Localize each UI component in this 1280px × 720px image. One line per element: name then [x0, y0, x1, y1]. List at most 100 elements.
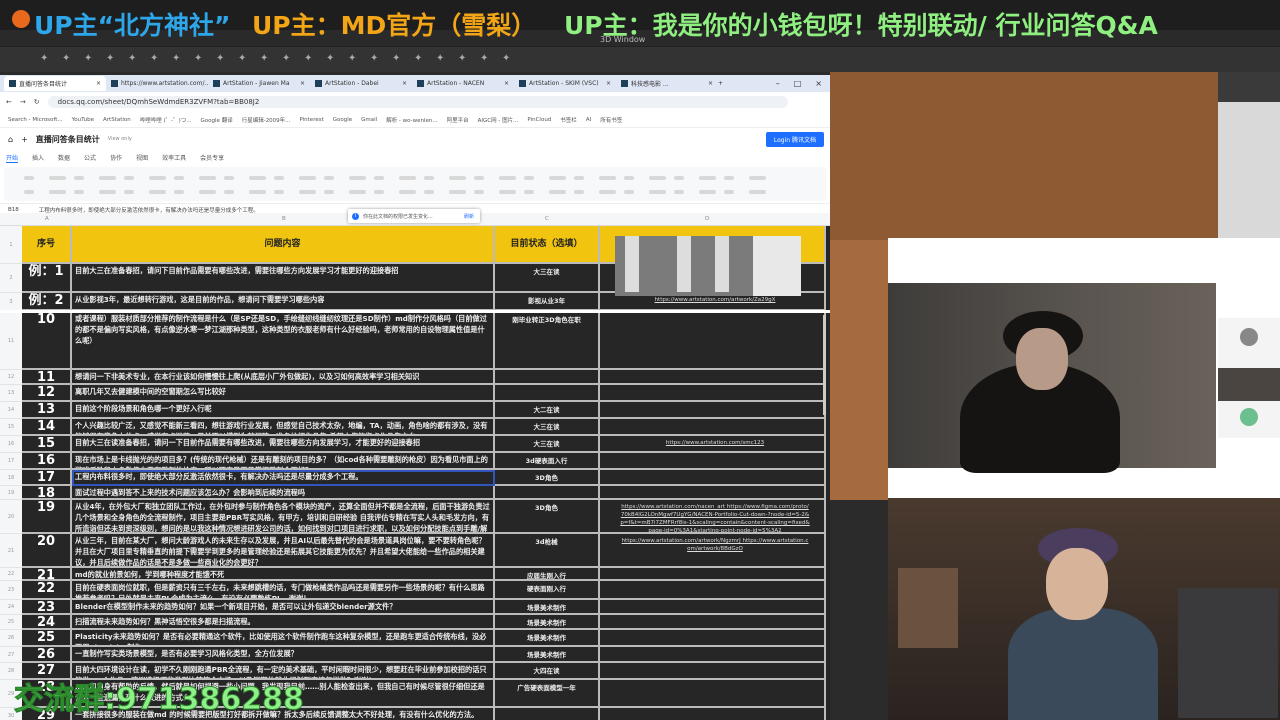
- cell-status[interactable]: 大三在读: [495, 436, 600, 453]
- cell-link[interactable]: [600, 663, 826, 680]
- toolbar-button[interactable]: [324, 190, 334, 194]
- artwork-thumbnail[interactable]: [615, 236, 801, 296]
- bookmark[interactable]: 书签栏: [560, 116, 577, 124]
- md-tool-icon[interactable]: ✦: [194, 53, 208, 65]
- cell-number[interactable]: 13: [22, 402, 72, 419]
- cell-number[interactable]: 18: [22, 486, 72, 500]
- toolbar-button[interactable]: [49, 176, 66, 180]
- row-number[interactable]: 17: [0, 453, 22, 470]
- cell-status[interactable]: 场景美术制作: [495, 647, 600, 663]
- cell-question[interactable]: 个人兴趣比较广泛，又感觉不能新三看四，想往游戏行业发展，但感觉自己技术太杂，地编…: [72, 419, 495, 436]
- row-number[interactable]: 18: [0, 470, 22, 486]
- cell-question[interactable]: 从业影视3年，最近想转行游戏，这是目前的作品，想请问下需要学习哪些内容: [72, 293, 495, 311]
- cell-question[interactable]: 从业三年，目前在某大厂，想问大龄游戏人的未来生存以及发展，并且AI以后最先替代的…: [72, 534, 495, 568]
- cell-question[interactable]: 扫描流程未来趋势如何？黑神话悟空很多都是扫描流程。: [72, 615, 495, 630]
- cell-question[interactable]: 从业4年，在外包大厂和独立团队工作过，在外包时参与制作角色各个模块的资产，还算全…: [72, 500, 495, 534]
- toolbar-button[interactable]: [624, 190, 634, 194]
- toolbar-button[interactable]: [274, 176, 284, 180]
- bookmark[interactable]: Pinterest: [299, 117, 323, 123]
- cell-status[interactable]: 目前状态（选填）: [495, 226, 600, 264]
- cell-status[interactable]: 应届生刚入行: [495, 568, 600, 581]
- browser-tab[interactable]: ArtStation - SKIM (VSC) ×: [514, 76, 616, 91]
- cell-status[interactable]: [495, 486, 600, 500]
- maximize-icon[interactable]: □: [794, 79, 802, 88]
- row-number[interactable]: 1: [0, 226, 22, 264]
- reload-icon[interactable]: ↻: [34, 98, 40, 106]
- add-icon[interactable]: +: [21, 135, 28, 144]
- toolbar-button[interactable]: [299, 190, 316, 194]
- browser-tab[interactable]: ArtStation - Dabei ×: [310, 76, 412, 91]
- browser-tab[interactable]: https://www.artstation.com/...×: [106, 76, 208, 91]
- toolbar-button[interactable]: [24, 176, 34, 180]
- cell-link[interactable]: [600, 615, 826, 630]
- row-number[interactable]: 19: [0, 486, 22, 500]
- cell-status[interactable]: [495, 370, 600, 385]
- md-tool-icon[interactable]: ✦: [216, 53, 230, 65]
- toolbar-button[interactable]: [249, 176, 266, 180]
- browser-tab[interactable]: 科技感电影 ... ×: [616, 76, 718, 91]
- close-tab-icon[interactable]: ×: [606, 80, 611, 87]
- md-tool-icon[interactable]: ✦: [150, 53, 164, 65]
- spreadsheet-grid[interactable]: 1序号问题内容目前状态（选填）A站/作品链接（选填）2例：1目前大三在准备春招，…: [0, 226, 830, 720]
- back-icon[interactable]: ←: [6, 98, 12, 106]
- cell-number[interactable]: 序号: [22, 226, 72, 264]
- bookmark[interactable]: 行星编辑-2009年...: [242, 116, 291, 124]
- cell-number[interactable]: 11: [22, 370, 72, 385]
- md-tool-icon[interactable]: ✦: [304, 53, 318, 65]
- toolbar-button[interactable]: [399, 176, 416, 180]
- home-icon[interactable]: ⌂: [8, 135, 13, 144]
- participant-video[interactable]: [1218, 368, 1280, 401]
- cell-number[interactable]: 17: [22, 470, 72, 486]
- toolbar-button[interactable]: [274, 190, 284, 194]
- cell-number[interactable]: 19: [22, 500, 72, 534]
- column-a[interactable]: A: [45, 216, 49, 222]
- md-tool-icon[interactable]: ✦: [84, 53, 98, 65]
- md-tool-icon[interactable]: ✦: [502, 53, 516, 65]
- cell-link[interactable]: [600, 402, 826, 419]
- bookmark[interactable]: ArtStation: [103, 117, 131, 123]
- toolbar-button[interactable]: [674, 176, 684, 180]
- cell-question[interactable]: 面试过程中遇到答不上来的技术问题应该怎么办？会影响到后续的流程吗: [72, 486, 495, 500]
- toolbar-button[interactable]: [674, 190, 684, 194]
- md-tool-icon[interactable]: ✦: [414, 53, 428, 65]
- toolbar-button[interactable]: [99, 190, 116, 194]
- cell-status[interactable]: 场景美术制作: [495, 600, 600, 615]
- md-tool-icon[interactable]: ✦: [172, 53, 186, 65]
- cell-status[interactable]: 大三在读: [495, 264, 600, 293]
- md-tool-icon[interactable]: ✦: [436, 53, 450, 65]
- column-c[interactable]: C: [545, 216, 549, 222]
- md-tool-icon[interactable]: ✦: [128, 53, 142, 65]
- bookmark[interactable]: AI: [586, 117, 591, 123]
- toolbar-button[interactable]: [299, 176, 316, 180]
- toolbar-button[interactable]: [249, 190, 266, 194]
- cell-link[interactable]: [600, 486, 826, 500]
- toolbar-button[interactable]: [524, 190, 534, 194]
- cell-status[interactable]: 大三在读: [495, 419, 600, 436]
- toolbar-button[interactable]: [124, 176, 134, 180]
- cell-question[interactable]: 目前大三在读准备春招，请问一下目前作品需要有哪些改进，需要往哪些方向发展学习，才…: [72, 436, 495, 453]
- participant-avatar[interactable]: [1240, 328, 1258, 346]
- cell-question[interactable]: 想请问一下非美术专业，在本行业该如何慢慢往上爬(从底层小厂外包做起)，以及习如何…: [72, 370, 495, 385]
- vertical-scrollbar[interactable]: [823, 315, 826, 415]
- toolbar-button[interactable]: [374, 176, 384, 180]
- bookmark[interactable]: Google 翻译: [201, 116, 233, 124]
- cell-link[interactable]: [600, 647, 826, 663]
- cell-number[interactable]: 22: [22, 581, 72, 600]
- row-number[interactable]: 27: [0, 647, 22, 663]
- browser-tab[interactable]: ArtStation - Jiawen Ma ×: [208, 76, 310, 91]
- toolbar-button[interactable]: [199, 176, 216, 180]
- toolbar-button[interactable]: [499, 176, 516, 180]
- new-tab-button[interactable]: +: [718, 80, 723, 87]
- toolbar-button[interactable]: [99, 176, 116, 180]
- cell-status[interactable]: 场景美术制作: [495, 615, 600, 630]
- md-tool-icon[interactable]: ✦: [326, 53, 340, 65]
- cell-status[interactable]: 3D角色: [495, 470, 600, 486]
- close-tab-icon[interactable]: ×: [708, 80, 713, 87]
- cell-link[interactable]: [600, 630, 826, 647]
- menu-tab[interactable]: 会员专享: [200, 153, 224, 162]
- cell-question[interactable]: 离职几年又去健建模中间的空窗期怎么写比较好: [72, 385, 495, 402]
- login-button[interactable]: Login 腾讯文档: [765, 131, 824, 147]
- md-tool-icon[interactable]: ✦: [238, 53, 252, 65]
- cell-question[interactable]: 目前这个阶段场景和角色哪一个更好入行呢: [72, 402, 495, 419]
- toolbar-button[interactable]: [749, 190, 766, 194]
